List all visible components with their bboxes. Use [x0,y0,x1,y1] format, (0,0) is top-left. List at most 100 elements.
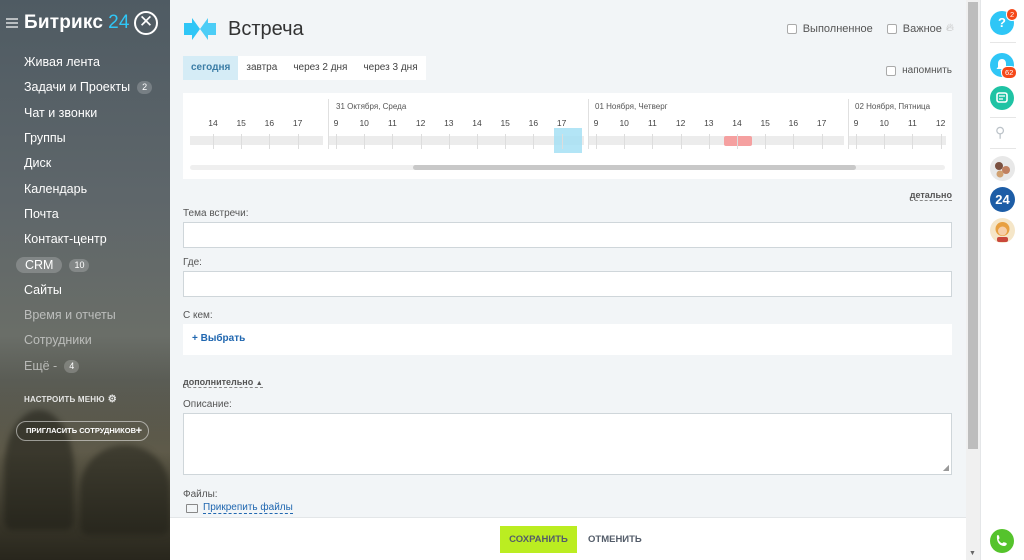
timeline-hour-tick [912,134,914,149]
timeline-scrollbar[interactable] [190,165,945,170]
timeline-hour-label: 15 [500,118,510,128]
attach-files-label: Прикрепить файлы [203,502,293,514]
files-label: Файлы: [183,489,218,500]
scroll-thumb[interactable] [968,2,978,449]
sidebar-item-tasks[interactable]: Задачи и Проекты 2 [24,75,170,100]
timeline-hour-tick [533,134,535,149]
timeline-hour-label: 17 [556,118,567,128]
timeline-hour-label: 9 [333,118,339,128]
avatar-bitrix24[interactable]: 24 [990,187,1015,212]
timeline-track [849,136,946,145]
attach-file-icon [186,503,198,513]
page-scrollbar[interactable]: ▼ [966,0,980,560]
timeline-hour-label: 10 [359,118,369,128]
left-sidebar: Битрикс 24 ✕ Живая лента Задачи и Проекты… [0,0,170,560]
menu-burger-icon[interactable] [6,16,18,30]
timeline-day-separator [328,99,329,149]
resize-grip-icon[interactable]: ◢ [943,463,949,472]
divider [990,148,1016,149]
help-icon: ? [998,15,1006,30]
sidebar-item-label: Группы [24,131,66,146]
timeline-scroll-thumb[interactable] [413,165,856,170]
sidebar-item-chat[interactable]: Чат и звонки [24,101,170,126]
topic-input[interactable] [183,222,952,248]
sidebar-item-time-reports[interactable]: Время и отчеты [24,303,170,328]
sidebar-item-crm[interactable]: CRM 10 [16,252,170,277]
divider [990,117,1016,118]
timeline-day-label: 02 Ноября, Пятница [855,102,931,111]
sidebar-item-contact-center[interactable]: Контакт-центр [24,227,170,252]
sidebar-item-label: Почта [24,206,59,221]
remind-checkbox[interactable]: напомнить [886,65,952,76]
save-button[interactable]: СОХРАНИТЬ [500,526,577,553]
avatar-group-chat[interactable] [990,156,1015,181]
timeline-hour-label: 13 [704,118,714,128]
timeline-hour-tick [596,134,597,149]
description-label: Описание: [183,399,232,410]
done-label: Выполненное [802,22,873,35]
open-lines-button[interactable] [990,86,1014,110]
timeline-hour-tick [561,134,563,149]
meeting-icon [184,18,216,40]
timeline-hour-label: 16 [528,118,539,128]
avatar-user-icon [995,222,1010,242]
timeline-hour-tick [364,134,366,149]
sidebar-item-label: Время и отчеты [24,308,116,323]
page-title: Встреча [228,17,304,40]
location-input[interactable] [183,271,952,297]
additional-label: дополнительно [183,377,254,387]
sidebar-item-feed[interactable]: Живая лента [24,50,170,75]
tab-today[interactable]: сегодня [183,56,239,80]
logo[interactable]: Битрикс 24 [24,12,130,34]
detail-link[interactable]: детально [909,190,952,201]
choose-attendees-link[interactable]: + Выбрать [192,333,245,344]
tab-tomorrow[interactable]: завтра [238,56,285,80]
configure-menu-link[interactable]: НАСТРОИТЬ МЕНЮ ⚙ [24,394,117,405]
close-icon: ✕ [138,12,154,31]
done-checkbox[interactable]: Выполненное [786,22,873,35]
sidebar-item-disk[interactable]: Диск [24,151,170,176]
cancel-button[interactable]: ОТМЕНИТЬ [588,526,642,553]
timeline-track [329,136,584,145]
scroll-down-icon[interactable]: ▼ [969,550,976,557]
right-toolbar: ? 2 62 ⚲ 24 [980,0,1024,560]
attendees-label: С кем: [183,310,213,321]
time-planner[interactable]: 31 Октября, Среда 01 Ноября, Четверг 02 … [183,93,952,179]
timeline-hour-label: 9 [853,118,859,128]
avatar-user[interactable] [990,218,1015,243]
logo-row: Битрикс 24 [6,10,130,36]
sidebar-item-calendar[interactable]: Календарь [24,176,170,201]
sidebar-item-groups[interactable]: Группы [24,126,170,151]
timeline-hour-label: 17 [816,118,827,128]
attach-files-link[interactable]: Прикрепить файлы [186,502,293,514]
timeline-hour-label: 15 [236,118,246,128]
sidebar-item-employees[interactable]: Сотрудники [24,328,170,353]
timeline-hour-tick [213,134,214,149]
timeline-hour-label: 11 [647,118,657,128]
timeline-hour-tick [765,134,767,149]
sidebar-item-sites[interactable]: Сайты [24,278,170,303]
search-icon[interactable]: ⚲ [995,124,1005,141]
timeline-day-separator [848,99,849,149]
important-checkbox[interactable]: Важное 🔥︎ [886,22,954,35]
close-slider-button[interactable]: ✕ [134,11,158,35]
avatar-group-icon [995,162,1010,178]
timeline-hour-label: 10 [619,118,629,128]
configure-menu-label: НАСТРОИТЬ МЕНЮ [24,395,105,404]
tab-in-3-days[interactable]: через 3 дня [355,56,425,80]
timeline-hour-label: 16 [264,118,275,128]
timeline-hour-label: 12 [935,118,946,128]
timeline-hour-label: 10 [879,118,889,128]
sidebar-item-mail[interactable]: Почта [24,202,170,227]
additional-toggle[interactable]: дополнительно ▲ [183,377,263,388]
call-button[interactable] [990,529,1014,553]
form-footer: СОХРАНИТЬ ОТМЕНИТЬ [170,517,966,560]
timeline-selected-slot[interactable] [554,128,582,153]
logo-number: 24 [108,12,130,33]
tab-in-2-days[interactable]: через 2 дня [285,56,355,80]
timeline-hour-tick [884,134,886,149]
checkbox-icon [886,23,897,34]
sidebar-item-more[interactable]: Ещё - 4 [24,354,170,379]
invite-employees-button[interactable]: ПРИГЛАСИТЬ СОТРУДНИКОВ + [16,421,149,441]
description-textarea[interactable]: ◢ [183,413,952,475]
